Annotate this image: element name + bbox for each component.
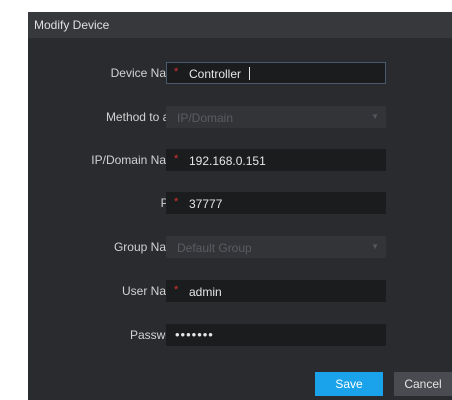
required-mark: * — [174, 196, 179, 208]
password-value: ••••••• — [175, 327, 214, 342]
group-value: Default Group — [177, 241, 252, 255]
method-value: IP/Domain — [177, 111, 234, 125]
port-input[interactable]: * 37777 — [166, 192, 386, 214]
required-mark: * — [174, 284, 179, 296]
port-row: Port: * 37777 — [28, 192, 452, 214]
device-name-input[interactable]: * Controller — [166, 62, 386, 84]
required-mark: * — [174, 66, 179, 78]
device-name-row: Device Name: * Controller — [28, 62, 452, 84]
cancel-button[interactable]: Cancel — [394, 372, 452, 396]
method-row: Method to add: IP/Domain ▼ — [28, 106, 452, 128]
modify-device-dialog: Modify Device Device Name: * Controller … — [28, 12, 452, 400]
user-row: User Name: * admin — [28, 280, 452, 302]
password-row: Password: ••••••• — [28, 324, 452, 346]
dialog-titlebar[interactable]: Modify Device — [28, 12, 452, 38]
chevron-down-icon: ▼ — [371, 242, 379, 251]
user-name-input[interactable]: * admin — [166, 280, 386, 302]
user-name-value: admin — [189, 285, 222, 299]
password-input[interactable]: ••••••• — [166, 324, 386, 346]
text-caret — [249, 67, 250, 80]
method-select[interactable]: IP/Domain ▼ — [166, 106, 386, 128]
ip-row: IP/Domain Name: * 192.168.0.151 — [28, 149, 452, 171]
save-button[interactable]: Save — [315, 372, 383, 396]
dialog-title: Modify Device — [34, 18, 110, 32]
chevron-down-icon: ▼ — [371, 112, 379, 121]
group-select[interactable]: Default Group ▼ — [166, 236, 386, 258]
ip-domain-input[interactable]: * 192.168.0.151 — [166, 149, 386, 171]
group-row: Group Name: Default Group ▼ — [28, 236, 452, 258]
device-name-value: Controller — [189, 67, 242, 81]
ip-domain-value: 192.168.0.151 — [189, 154, 266, 168]
port-value: 37777 — [189, 197, 223, 211]
required-mark: * — [174, 153, 179, 165]
